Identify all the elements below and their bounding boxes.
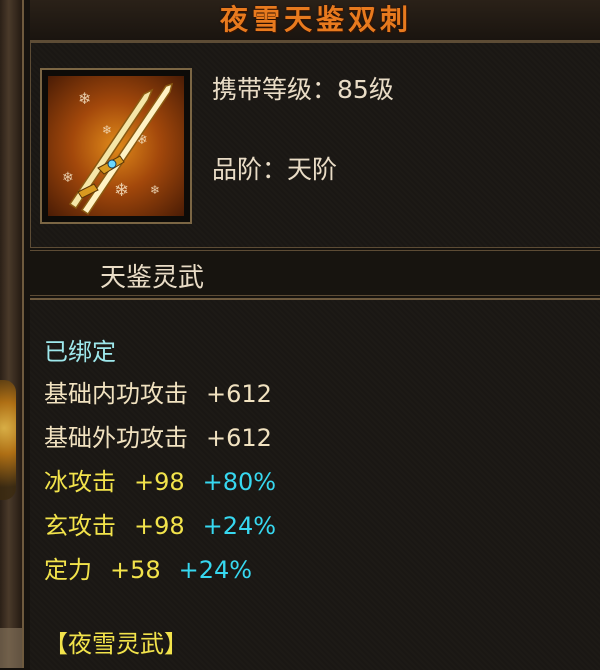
stat-value: +58 [110, 556, 161, 584]
stat-row: 玄攻击 +98 +24% [44, 506, 276, 541]
background-fragment [0, 628, 22, 668]
stat-row: 基础外功攻击 +612 [44, 418, 272, 453]
carry-level-value: 85级 [337, 75, 394, 104]
stat-row: 基础内功攻击 +612 [44, 374, 272, 409]
stat-name: 玄攻击 [44, 512, 116, 540]
item-title: 夜雪天鉴双刺 [219, 3, 412, 36]
stat-bonus: +80% [202, 468, 277, 496]
svg-text:❄: ❄ [114, 180, 129, 201]
stat-value: +98 [134, 512, 185, 540]
stat-bonus: +24% [202, 512, 277, 540]
svg-text:❄: ❄ [102, 123, 112, 137]
item-name: 天鉴灵武 [100, 263, 205, 293]
stat-value: +98 [134, 468, 185, 496]
background-glow-orb [0, 380, 16, 500]
item-tooltip: 夜雪天鉴双刺 ❄ ❄ ❄ ❄ ❄ ❄ 携带等级：85级 品阶：天阶 天鉴灵武 已… [22, 0, 600, 670]
stat-bonus: +24% [178, 556, 253, 584]
bound-status: 已绑定 [44, 338, 116, 366]
stat-value: +612 [206, 424, 272, 452]
svg-text:❄: ❄ [62, 170, 74, 186]
stat-row: 定力 +58 +24% [44, 550, 252, 585]
item-grade-value: 天阶 [287, 155, 338, 184]
svg-text:❄: ❄ [78, 89, 91, 108]
item-name-row: 天鉴灵武 [30, 250, 600, 296]
stat-name: 冰攻击 [44, 468, 116, 496]
golden-dual-blades-icon: ❄ ❄ ❄ ❄ ❄ ❄ [48, 76, 184, 216]
svg-text:❄: ❄ [150, 183, 160, 197]
carry-level-label: 携带等级： [212, 75, 338, 104]
background-scenery [0, 0, 22, 668]
stat-name: 定力 [44, 556, 92, 584]
stat-name: 基础外功攻击 [44, 424, 188, 452]
stat-row: 冰攻击 +98 +80% [44, 462, 276, 497]
item-grade: 品阶：天阶 [212, 150, 337, 186]
carry-level: 携带等级：85级 [212, 70, 394, 106]
title-bar: 夜雪天鉴双刺 [30, 0, 600, 42]
item-grade-label: 品阶： [212, 155, 288, 184]
stats-panel: 已绑定 基础内功攻击 +612 基础外功攻击 +612 冰攻击 +98 +80% 玄攻击… [30, 298, 600, 670]
stat-value: +612 [206, 380, 272, 408]
item-icon-frame: ❄ ❄ ❄ ❄ ❄ ❄ [40, 68, 192, 224]
stat-name: 基础内功攻击 [44, 380, 188, 408]
set-name: 【夜雪灵武】 [44, 630, 188, 658]
